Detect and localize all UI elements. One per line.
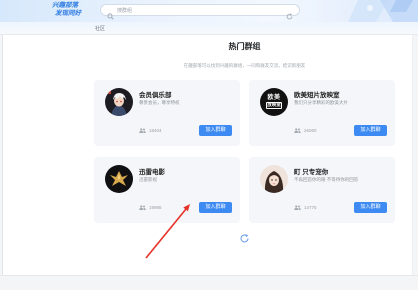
members-icon <box>294 128 301 133</box>
group-card-1[interactable]: 会员俱乐部 尊贵会员，尊享特权 18404 加入群聊 <box>94 80 240 146</box>
member-count-value: 26060 <box>304 128 317 133</box>
members-icon <box>139 128 146 133</box>
group-name: 欧美短片放映室 <box>294 92 340 99</box>
tab-community[interactable]: 社区 <box>95 25 105 32</box>
group-description: 迅雷影视 <box>139 177 157 182</box>
member-count: 19995 <box>139 204 162 211</box>
member-count: 18404 <box>139 127 162 134</box>
logo-line-2: 发现同好 <box>55 8 81 17</box>
group-card-2[interactable]: 欧美 放映室 欧美短片放映室 我们只分享精彩的欧美大片 26060 加入群聊 <box>249 80 395 146</box>
member-count-value: 14775 <box>304 205 317 210</box>
member-count: 14775 <box>294 204 317 211</box>
search-bar[interactable]: 搜群组 <box>100 4 300 20</box>
join-group-button[interactable]: 加入群聊 <box>354 125 387 136</box>
members-icon <box>139 205 146 210</box>
main-panel: 热门群组 在趣部落可以找到兴趣的群组，一同和群友交流，结识新朋友 会员俱乐部 尊… <box>2 35 413 275</box>
member-count-value: 19995 <box>149 205 162 210</box>
group-avatar <box>260 165 288 193</box>
group-avatar <box>105 88 133 116</box>
group-description: 尊贵会员，尊享特权 <box>139 100 180 105</box>
group-description: 我们只分享精彩的欧美大片 <box>294 100 348 105</box>
avatar-text-line-2: 放映室 <box>266 102 282 109</box>
group-name: 会员俱乐部 <box>139 92 172 99</box>
group-description: 不再回首你的眼 不等待你的回答 <box>294 177 359 182</box>
header-decoration <box>348 0 418 22</box>
page: 兴趣部落 发现同好 搜群组 社区 热门群组 在趣部落可以找到兴趣的群组，一同和群… <box>0 0 418 290</box>
site-logo[interactable]: 兴趣部落 发现同好 <box>52 1 96 20</box>
section-title: 热门群组 <box>228 42 261 51</box>
member-count: 26060 <box>294 127 317 134</box>
group-card-4[interactable]: 町 只专宠你 不再回首你的眼 不等待你的回答 14775 加入群聊 <box>249 157 395 223</box>
section-subtitle: 在趣部落可以找到兴趣的群组，一同和群友交流，结识新朋友 <box>183 63 306 68</box>
members-icon <box>294 205 301 210</box>
refresh-icon[interactable] <box>286 7 293 20</box>
group-card-3[interactable]: 迅雷电影 迅雷影视 19995 加入群聊 <box>94 157 240 223</box>
page-footer-strip <box>0 275 418 290</box>
group-name: 町 只专宠你 <box>294 169 329 176</box>
top-header: 兴趣部落 发现同好 搜群组 <box>0 0 418 22</box>
member-count-value: 18404 <box>149 128 162 133</box>
group-avatar: 欧美 放映室 <box>260 88 288 116</box>
refresh-groups-icon[interactable] <box>239 233 250 244</box>
join-group-button[interactable]: 加入群聊 <box>199 125 232 136</box>
search-input[interactable]: 搜群组 <box>117 7 132 14</box>
group-avatar <box>105 165 133 193</box>
avatar-text-line-1: 欧美 <box>267 94 281 101</box>
join-group-button[interactable]: 加入群聊 <box>354 202 387 213</box>
group-name: 迅雷电影 <box>139 169 165 176</box>
join-group-button[interactable]: 加入群聊 <box>199 202 232 213</box>
search-icon <box>107 7 114 20</box>
tab-bar: 社区 <box>0 22 418 35</box>
